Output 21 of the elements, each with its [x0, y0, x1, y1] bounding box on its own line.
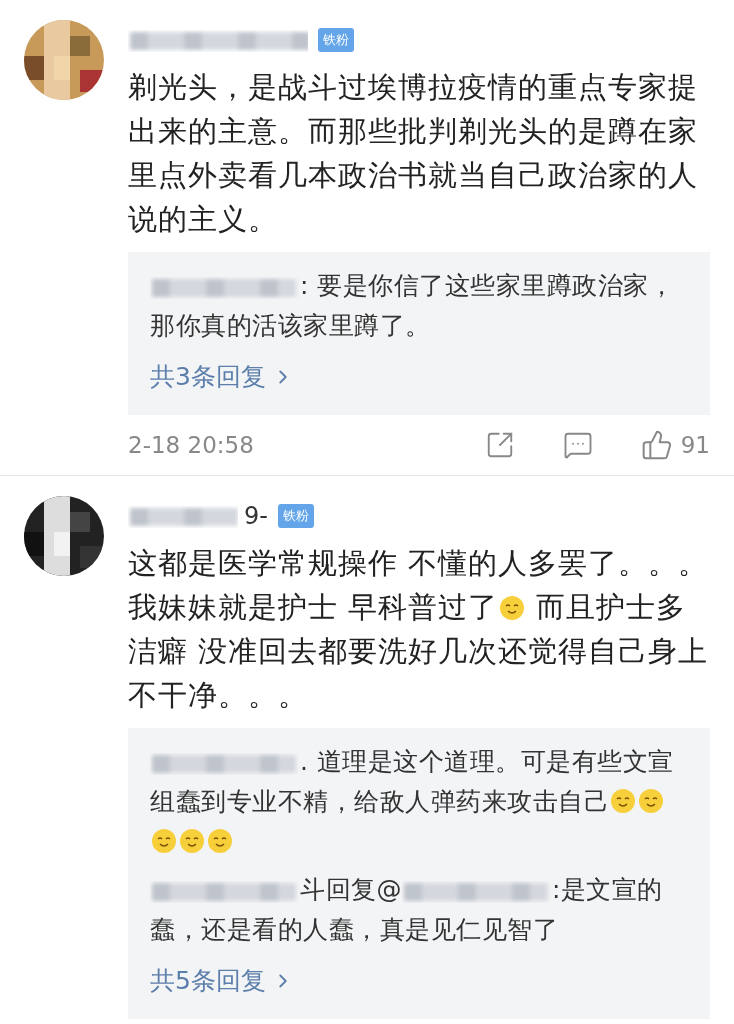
- emoji-icon: [499, 595, 526, 621]
- speech-bubble-icon: [562, 430, 593, 460]
- fan-badge: 铁粉: [318, 28, 354, 52]
- comment-time: 2-18 20:58: [128, 432, 255, 458]
- reply-text: . 道理是这个道理。可是有些文宣组蠢到专业不精，给敌人弹药来攻击自己: [150, 742, 688, 862]
- comment-button[interactable]: [562, 430, 593, 460]
- emoji-icon: [207, 828, 233, 854]
- thumbs-up-icon: [640, 429, 673, 461]
- fan-badge: 铁粉: [277, 504, 314, 528]
- comment-text: 剃光头，是战斗过埃博拉疫情的重点专家提出来的主意。而那些批判剃光头的是蹲在家里点外卖看几本政治书就当自己政治家的人说的主义。: [128, 70, 699, 238]
- more-replies-link[interactable]: 共3条回复: [150, 354, 294, 403]
- emoji-icon: [179, 828, 205, 854]
- reply-text: : 要是你信了这些家里蹲政治家，那你真的活该家里蹲了。: [150, 270, 676, 342]
- more-replies-link[interactable]: 共5条回复: [150, 958, 294, 1007]
- comment-text: 这都是医学常规操作 不懂的人多罢了。。。我妹妹就是护士 早科普过了 而且护士多洁癖 没准回去都要洗好几次还觉得自己身上不干净。。。: [128, 546, 710, 714]
- reply-text: 斗回复@ :是文宣的蠢，还是看的人蠢，真是见仁见智了: [150, 874, 664, 946]
- emoji-icon: [610, 788, 636, 814]
- username: 9-: [244, 502, 268, 530]
- emoji-icon: [151, 828, 177, 854]
- emoji-icon: [638, 788, 664, 814]
- like-button[interactable]: 91: [640, 429, 710, 461]
